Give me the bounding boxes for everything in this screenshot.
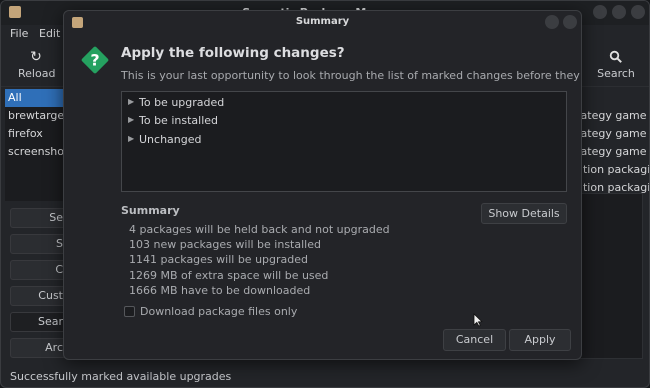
summary-download-size: 1666 MB have to be downloaded	[129, 284, 311, 297]
menu-edit[interactable]: Edit	[39, 27, 60, 40]
statusbar: Successfully marked available upgrades	[1, 365, 649, 387]
summary-label: Summary	[121, 204, 180, 217]
cancel-button[interactable]: Cancel	[443, 329, 506, 351]
download-only-label: Download package files only	[140, 305, 298, 318]
expander-arrow-icon[interactable]: ▶	[128, 134, 134, 143]
main-window-controls	[593, 5, 645, 19]
checkbox-box[interactable]	[124, 306, 135, 317]
search-icon	[596, 47, 636, 67]
filter-list: All brewtarget firefox screenshot	[5, 89, 65, 201]
side-button-search[interactable]: Sear	[10, 312, 66, 332]
reload-button[interactable]: ↻ Reload	[18, 47, 56, 80]
expander-arrow-icon[interactable]: ▶	[128, 115, 134, 124]
tree-row-unchanged[interactable]: ▶ Unchanged	[122, 131, 566, 149]
show-details-button[interactable]: Show Details	[481, 203, 567, 224]
dialog-subtext: This is your last opportunity to look th…	[121, 69, 581, 82]
side-button-architecture[interactable]: Arc	[10, 338, 66, 358]
apply-button[interactable]: Apply	[509, 329, 571, 351]
dialog-title: Summary	[295, 16, 350, 27]
expander-arrow-icon[interactable]: ▶	[128, 97, 134, 106]
minimize-button[interactable]	[593, 5, 607, 19]
tree-row-to-be-installed[interactable]: ▶ To be installed	[122, 112, 566, 130]
question-icon: ?	[81, 46, 109, 74]
tree-row-to-be-upgraded[interactable]: ▶ To be upgraded	[122, 94, 566, 112]
summary-held-back: 4 packages will be held back and not upg…	[129, 223, 390, 236]
filter-item[interactable]: firefox	[5, 125, 65, 143]
dialog-close-button[interactable]	[563, 15, 577, 29]
search-button[interactable]: Search	[596, 47, 636, 80]
mouse-cursor-icon	[473, 313, 483, 327]
filter-item[interactable]: brewtarget	[5, 107, 65, 125]
filter-item[interactable]: screenshot	[5, 143, 65, 161]
search-label: Search	[597, 67, 635, 80]
side-button-sections[interactable]: Se	[10, 208, 66, 228]
summary-extra-space: 1269 MB of extra space will be used	[129, 269, 329, 282]
menu-file[interactable]: File	[10, 27, 28, 40]
package-description[interactable]: rategy game c	[576, 125, 649, 143]
changes-tree: ▶ To be upgraded ▶ To be installed ▶ Unc…	[121, 91, 567, 192]
summary-upgraded: 1141 packages will be upgraded	[129, 253, 308, 266]
package-details-pane	[577, 193, 643, 359]
dialog-heading: Apply the following changes?	[121, 45, 345, 61]
package-description[interactable]: ution packagi	[576, 161, 649, 179]
dialog-titlebar[interactable]: Summary	[64, 11, 581, 33]
maximize-button[interactable]	[612, 5, 626, 19]
dialog-maximize-button[interactable]	[545, 15, 559, 29]
reload-icon: ↻	[30, 49, 42, 65]
reload-label: Reload	[18, 67, 56, 80]
package-description[interactable]: rategy game c	[576, 143, 649, 161]
filter-item[interactable]: All	[5, 89, 65, 107]
summary-new-installed: 103 new packages will be installed	[129, 238, 321, 251]
package-descriptions: rategy game c rategy game c rategy game …	[576, 107, 649, 197]
tree-row-label: Unchanged	[139, 133, 202, 146]
side-button-custom[interactable]: Cust	[10, 286, 66, 306]
package-description[interactable]: rategy game c	[576, 107, 649, 125]
status-text: Successfully marked available upgrades	[10, 370, 232, 383]
svg-text:?: ?	[90, 51, 99, 70]
side-button-origin[interactable]: C	[10, 260, 66, 280]
side-button-status[interactable]: S	[10, 234, 66, 254]
tree-row-label: To be installed	[139, 114, 218, 127]
close-button[interactable]	[631, 5, 645, 19]
dialog-window-controls	[545, 15, 577, 29]
tree-row-label: To be upgraded	[139, 96, 225, 109]
summary-dialog: Summary ? Apply the following changes? T…	[63, 10, 582, 360]
